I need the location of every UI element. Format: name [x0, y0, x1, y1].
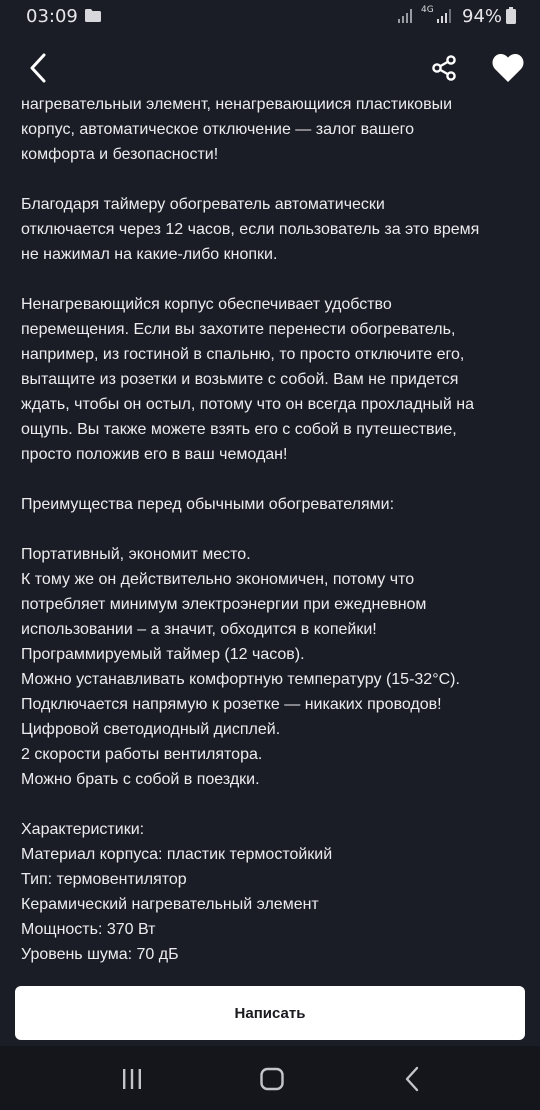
battery-icon: [506, 7, 516, 24]
advantage-item: Подключается напрямую к розетке — никаки…: [21, 696, 442, 713]
description-line: перемещения. Если вы захотите перенести …: [21, 321, 456, 338]
description-line: не нажимал на какие-либо кнопки.: [21, 246, 278, 263]
spec-item: Тип: термовентилятор: [21, 871, 187, 888]
chevron-left-icon: [30, 53, 46, 83]
app-bar: [0, 34, 540, 100]
advantage-item: Можно устанавливать комфортную температу…: [21, 671, 460, 688]
back-button[interactable]: [20, 48, 56, 88]
battery-percent: 94%: [462, 6, 503, 27]
description-line: вытащите из розетки и возьмите с собой. …: [21, 371, 459, 388]
description-line: комфорта и безопасности!: [21, 146, 219, 163]
home-button[interactable]: [257, 1064, 287, 1094]
description-line: Ненагревающийся корпус обеспечивает удоб…: [21, 296, 392, 313]
advantages-heading: Преимущества перед обычными обогревателя…: [21, 496, 395, 513]
spec-item: Материал корпуса: пластик термостойкий: [21, 846, 333, 863]
recents-button[interactable]: [117, 1064, 147, 1094]
description-scroll-area[interactable]: нагревательный элемент, ненагревающийся …: [0, 80, 540, 974]
heart-icon: [492, 54, 524, 82]
write-bar: Написать: [0, 974, 540, 1046]
description-line: просто положив его в ваш чемодан!: [21, 446, 288, 463]
advantage-item: Программируемый таймер (12 часов).: [21, 646, 305, 663]
folder-icon: [85, 9, 101, 22]
favorite-button[interactable]: [489, 49, 527, 87]
system-nav-bar: [0, 1046, 540, 1110]
spec-item: Уровень шума: 70 дБ: [21, 946, 179, 963]
advantage-item: Портативный, экономит место.: [21, 546, 251, 563]
share-button[interactable]: [426, 50, 462, 86]
system-back-button[interactable]: [398, 1064, 428, 1094]
signal-icon: [398, 9, 412, 23]
home-icon: [260, 1067, 284, 1091]
description-line: например, из гостиной в спальню, то прос…: [21, 346, 465, 363]
product-description: нагревательный элемент, ненагревающийся …: [21, 92, 521, 967]
spec-item: Керамический нагревательный элемент: [21, 896, 319, 913]
description-line: ощупь. Вы также можете взять его с собой…: [21, 421, 457, 438]
description-line: ждать, чтобы он остыл, потому что он все…: [21, 396, 474, 413]
description-line: Благодаря таймеру обогреватель автоматич…: [21, 196, 385, 213]
recents-icon: [123, 1069, 141, 1089]
spec-item: Мощность: 370 Вт: [21, 921, 156, 938]
write-button[interactable]: Написать: [15, 986, 525, 1040]
advantage-item: Можно брать с собой в поездки.: [21, 771, 260, 788]
advantage-item: К тому же он действительно экономичен, п…: [21, 571, 415, 588]
back-icon: [405, 1066, 419, 1092]
advantage-item: Цифровой светодиодный дисплей.: [21, 721, 281, 738]
advantage-item: 2 скорости работы вентилятора.: [21, 746, 263, 763]
signal-icon: [437, 9, 451, 23]
status-time: 03:09: [26, 6, 78, 27]
description-line: корпус, автоматическое отключение — зало…: [21, 121, 415, 138]
advantage-item: использовании – а значит, обходится в ко…: [21, 621, 377, 638]
share-icon: [432, 55, 456, 81]
network-type-label: 4G: [421, 5, 434, 15]
advantage-item: потребляет минимум электроэнергии при еж…: [21, 596, 427, 613]
status-bar: 03:09 4G 94%: [0, 0, 540, 34]
description-line: отключается через 12 часов, если пользов…: [21, 221, 480, 238]
specs-heading: Характеристики:: [21, 821, 145, 838]
